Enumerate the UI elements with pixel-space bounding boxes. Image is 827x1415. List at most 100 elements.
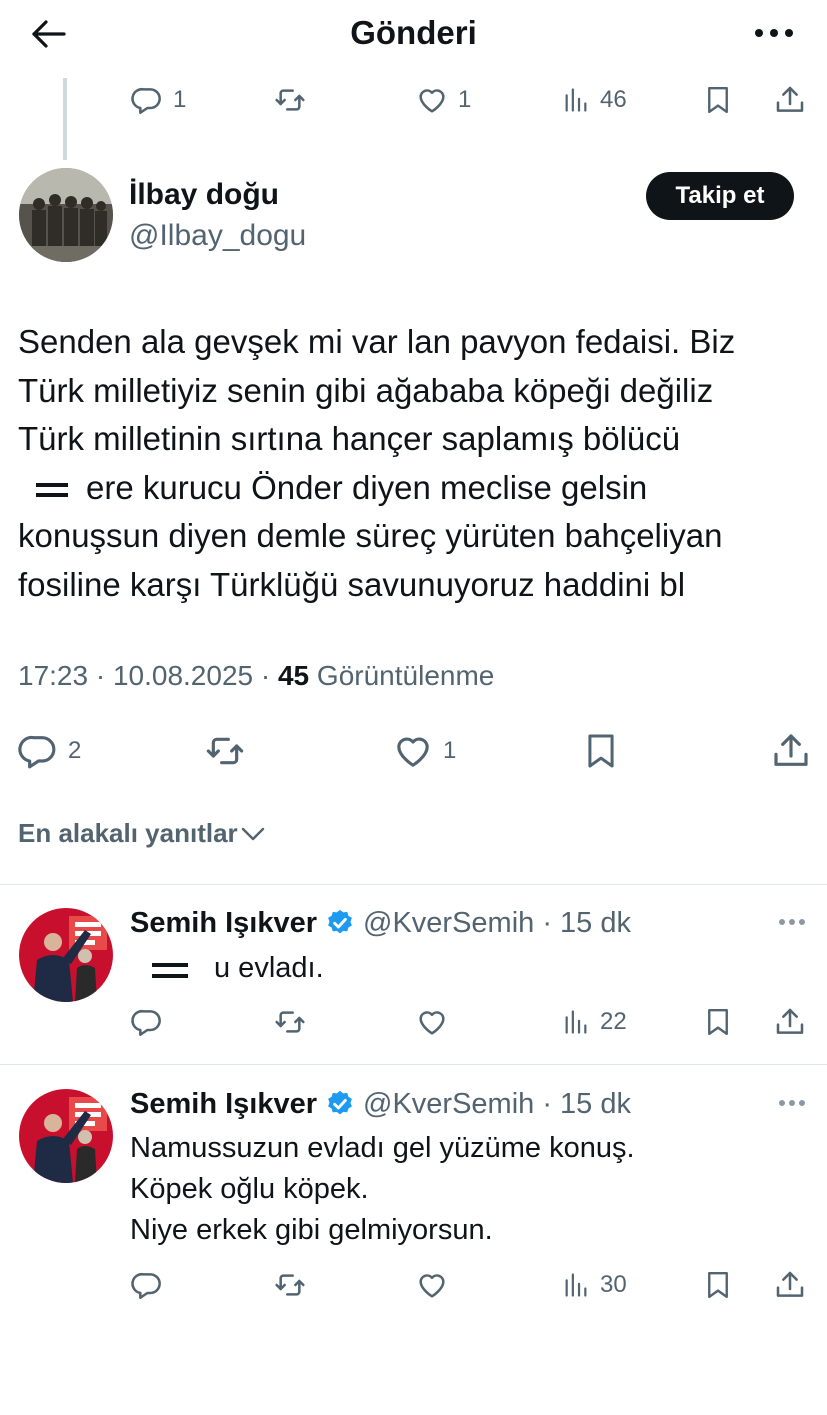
post-text-line: fosiline karşı Türklüğü savunuyoruz hadd… — [18, 565, 686, 603]
post-views-label: Görüntülenme — [309, 660, 495, 691]
share-icon — [774, 1269, 806, 1301]
reply-header: Semih Işıkver @KverSemih · 15 dk — [130, 1085, 631, 1123]
share-button[interactable] — [774, 1002, 806, 1042]
reply-text-line: Köpek oğlu köpek. — [130, 1173, 369, 1205]
author-name[interactable]: İlbay doğu — [129, 178, 279, 212]
more-options-button[interactable] — [749, 16, 799, 50]
post-text: Senden ala gevşek mi var lan pavyon feda… — [18, 318, 818, 609]
bookmark-icon — [703, 1006, 733, 1038]
redaction-mark — [130, 949, 214, 990]
heart-icon — [416, 84, 448, 116]
avatar-photo — [19, 168, 113, 262]
post-meta: 17:23 · 10.08.2025 · 45 Görüntülenme — [18, 660, 494, 692]
share-icon — [774, 1006, 806, 1038]
bookmark-button[interactable] — [703, 80, 733, 120]
chevron-down-icon — [241, 827, 264, 840]
verified-badge-icon — [325, 1089, 355, 1119]
share-button[interactable] — [774, 1265, 806, 1305]
page-title: Gönderi — [350, 14, 477, 51]
views-button[interactable]: 46 — [562, 80, 627, 120]
top-bar: Gönderi — [0, 0, 827, 72]
reply-text: Namussuzun evladı gel yüzüme konuş. Köpe… — [130, 1128, 635, 1251]
retweet-icon — [273, 1006, 307, 1038]
bookmark-icon — [582, 731, 620, 771]
like-button[interactable]: 1 — [416, 80, 471, 120]
views-icon — [562, 85, 590, 115]
like-count: 1 — [458, 86, 472, 113]
views-button[interactable]: 30 — [562, 1265, 627, 1305]
avatar-photo — [19, 1089, 113, 1183]
reply-icon — [131, 1006, 163, 1038]
reply-text-line: u evladı. — [214, 952, 324, 984]
views-icon — [562, 1270, 590, 1300]
like-button[interactable] — [416, 1002, 448, 1042]
bookmark-icon — [703, 1269, 733, 1301]
post-text-line: ere kurucu Önder diyen meclise gelsin — [86, 468, 648, 506]
reply-author-handle[interactable]: @KverSemih · 15 dk — [363, 907, 631, 940]
reply-more-button[interactable] — [777, 1093, 807, 1113]
bookmark-icon — [703, 84, 733, 116]
retweet-button[interactable] — [273, 1002, 307, 1042]
post-text-line: Türk milletinin sırtına hançer saplamış … — [18, 420, 681, 457]
author-handle[interactable]: @Ilbay_dogu — [129, 219, 306, 253]
reply-more-button[interactable] — [777, 912, 807, 932]
follow-button[interactable]: Takip et — [646, 172, 794, 220]
share-icon — [774, 84, 806, 116]
share-button[interactable] — [774, 80, 806, 120]
retweet-button[interactable] — [273, 1265, 307, 1305]
like-button[interactable] — [416, 1265, 448, 1305]
bookmark-button[interactable] — [582, 729, 620, 773]
bookmark-button[interactable] — [703, 1265, 733, 1305]
post-text-line-redacted: ere kurucu Önder diyen meclise gelsin — [18, 464, 818, 513]
views-button[interactable]: 22 — [562, 1002, 627, 1042]
reply-button[interactable] — [131, 1002, 163, 1042]
heart-icon — [416, 1269, 448, 1301]
heart-icon — [393, 731, 433, 771]
retweet-icon — [273, 1269, 307, 1301]
post-views-count: 45 — [277, 660, 310, 691]
views-icon — [562, 1007, 590, 1037]
post-text-line: konuşsun diyen demle süreç yürüten bahçe… — [18, 517, 723, 554]
like-button[interactable]: 1 — [393, 729, 456, 773]
reply-text: u evladı. — [130, 948, 324, 990]
more-horizontal-icon — [779, 919, 805, 925]
post-text-line: Senden ala gevşek mi var lan pavyon feda… — [18, 323, 736, 360]
replies-sort-dropdown[interactable]: En alakalı yanıtlar — [18, 818, 266, 849]
reply-header: Semih Işıkver @KverSemih · 15 dk — [130, 904, 631, 942]
heart-icon — [416, 1006, 448, 1038]
reply-icon — [131, 1269, 163, 1301]
reply-button[interactable]: 1 — [131, 80, 186, 120]
avatar[interactable] — [19, 168, 113, 262]
reply-author-name[interactable]: Semih Işıkver — [130, 1088, 317, 1121]
more-horizontal-icon — [779, 1100, 805, 1106]
post-actions: 2 1 — [0, 729, 827, 773]
reply-text-line: Namussuzun evladı gel yüzüme konuş. — [130, 1132, 635, 1164]
replies-sort-label: En alakalı yanıtlar — [18, 818, 238, 848]
post-text-line: Türk milletiyiz senin gibi ağababa köpeğ… — [18, 371, 714, 409]
like-count: 1 — [443, 737, 457, 764]
views-count: 46 — [600, 86, 627, 113]
reply-text-line: Niye erkek gibi gelmiyorsun. — [130, 1214, 493, 1246]
avatar[interactable] — [19, 908, 113, 1002]
reply-count: 2 — [68, 737, 82, 764]
share-button[interactable] — [771, 729, 811, 773]
reply-button[interactable]: 2 — [18, 729, 81, 773]
views-count: 22 — [600, 1008, 627, 1035]
post-timestamp: 17:23 · 10.08.2025 · — [18, 660, 278, 691]
reply-author-handle[interactable]: @KverSemih · 15 dk — [363, 1088, 631, 1121]
redaction-mark — [18, 466, 86, 514]
reply-icon — [18, 731, 58, 771]
avatar[interactable] — [19, 1089, 113, 1183]
more-horizontal-icon — [755, 29, 793, 37]
parent-tweet-actions: 1 1 46 — [0, 80, 827, 120]
retweet-icon — [203, 731, 247, 771]
views-count: 30 — [600, 1271, 627, 1298]
retweet-icon — [273, 84, 307, 116]
bookmark-button[interactable] — [703, 1002, 733, 1042]
reply-button[interactable] — [131, 1265, 163, 1305]
reply-count: 1 — [173, 86, 187, 113]
reply-author-name[interactable]: Semih Işıkver — [130, 907, 317, 940]
retweet-button[interactable] — [273, 80, 307, 120]
verified-badge-icon — [325, 908, 355, 938]
retweet-button[interactable] — [203, 729, 247, 773]
